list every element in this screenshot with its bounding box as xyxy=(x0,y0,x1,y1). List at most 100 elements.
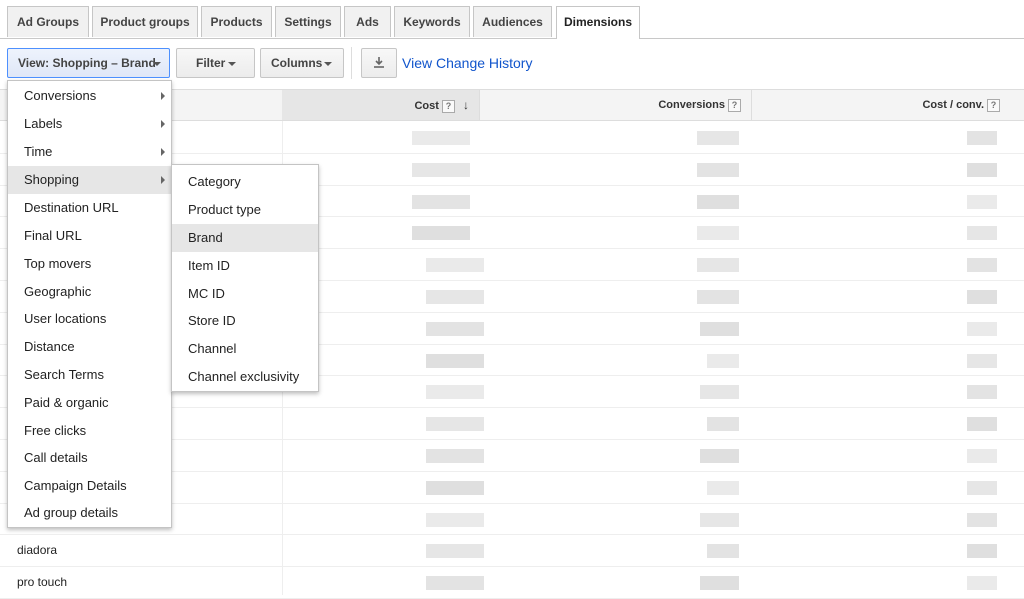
row-divider xyxy=(0,566,1024,567)
obscured-cell-value xyxy=(700,385,739,399)
submenu-item-store-id[interactable]: Store ID xyxy=(172,307,318,335)
menu-item-labels[interactable]: Labels xyxy=(8,110,171,138)
table-row-label[interactable]: pro touch xyxy=(17,575,67,589)
column-header-cost[interactable]: Cost? ↓ xyxy=(282,90,479,120)
columns-label: Columns xyxy=(271,56,323,70)
obscured-cell-value xyxy=(707,544,739,558)
menu-item-top-movers[interactable]: Top movers xyxy=(8,250,171,278)
tab-settings[interactable]: Settings xyxy=(275,6,341,37)
column-header-conversions[interactable]: Conversions? xyxy=(479,90,751,120)
menu-item-campaign-details[interactable]: Campaign Details xyxy=(8,472,171,500)
submenu-item-channel[interactable]: Channel xyxy=(172,335,318,363)
view-change-history-link[interactable]: View Change History xyxy=(402,55,532,71)
tab-ads[interactable]: Ads xyxy=(344,6,391,37)
chevron-down-icon xyxy=(228,62,236,66)
tab-bar: Ad Groups Product groups Products Settin… xyxy=(0,0,1024,39)
submenu-item-item-id[interactable]: Item ID xyxy=(172,252,318,280)
tab-dimensions[interactable]: Dimensions xyxy=(556,6,640,39)
obscured-cell-value xyxy=(426,417,484,431)
tab-product-groups[interactable]: Product groups xyxy=(92,6,198,37)
obscured-cell-value xyxy=(412,163,470,177)
obscured-cell-value xyxy=(967,481,997,495)
obscured-cell-value xyxy=(967,322,997,336)
menu-item-time[interactable]: Time xyxy=(8,138,171,166)
menu-item-shopping[interactable]: Shopping xyxy=(8,166,171,194)
shopping-submenu: Category Product type Brand Item ID MC I… xyxy=(171,164,319,392)
chevron-down-icon xyxy=(153,62,161,66)
obscured-cell-value xyxy=(412,195,470,209)
obscured-cell-value xyxy=(967,513,997,527)
submenu-item-channel-exclusivity[interactable]: Channel exclusivity xyxy=(172,363,318,391)
obscured-cell-value xyxy=(967,417,997,431)
obscured-cell-value xyxy=(426,322,484,336)
submenu-item-product-type[interactable]: Product type xyxy=(172,196,318,224)
obscured-cell-value xyxy=(426,290,484,304)
row-divider xyxy=(0,534,1024,535)
obscured-cell-value xyxy=(697,258,739,272)
help-icon[interactable]: ? xyxy=(441,99,455,113)
obscured-cell-value xyxy=(967,226,997,240)
menu-item-ad-group-details[interactable]: Ad group details xyxy=(8,499,171,527)
chevron-down-icon xyxy=(324,62,332,66)
menu-item-call-details[interactable]: Call details xyxy=(8,444,171,472)
obscured-cell-value xyxy=(426,385,484,399)
menu-item-paid-organic[interactable]: Paid & organic xyxy=(8,389,171,417)
column-header-label: Conversions xyxy=(658,99,725,111)
menu-item-free-clicks[interactable]: Free clicks xyxy=(8,417,171,445)
submenu-item-category[interactable]: Category xyxy=(172,168,318,196)
help-icon[interactable]: ? xyxy=(987,98,1000,112)
chevron-right-icon xyxy=(161,176,165,184)
menu-item-user-locations[interactable]: User locations xyxy=(8,305,171,333)
submenu-item-brand[interactable]: Brand xyxy=(172,224,318,252)
obscured-cell-value xyxy=(967,385,997,399)
obscured-cell-value xyxy=(967,576,997,590)
obscured-cell-value xyxy=(426,544,484,558)
menu-item-final-url[interactable]: Final URL xyxy=(8,222,171,250)
menu-item-destination-url[interactable]: Destination URL xyxy=(8,194,171,222)
tab-products[interactable]: Products xyxy=(201,6,272,37)
column-header-label: Cost / conv. xyxy=(922,99,984,111)
obscured-cell-value xyxy=(700,576,739,590)
toolbar-divider xyxy=(351,47,352,79)
obscured-cell-value xyxy=(707,417,739,431)
filter-label: Filter xyxy=(196,56,226,70)
obscured-cell-value xyxy=(426,354,484,368)
menu-item-search-terms[interactable]: Search Terms xyxy=(8,361,171,389)
obscured-cell-value xyxy=(967,131,997,145)
obscured-cell-value xyxy=(697,131,739,145)
tab-keywords[interactable]: Keywords xyxy=(394,6,470,37)
tab-ad-groups[interactable]: Ad Groups xyxy=(7,6,89,37)
view-menu: Conversions Labels Time Shopping Destina… xyxy=(7,80,172,528)
column-header-cost-per-conv[interactable]: Cost / conv.? xyxy=(751,90,1024,120)
obscured-cell-value xyxy=(697,226,739,240)
filter-button[interactable]: Filter xyxy=(176,48,255,78)
download-button[interactable] xyxy=(361,48,397,78)
view-dropdown-button[interactable]: View: Shopping – Brand xyxy=(7,48,170,78)
obscured-cell-value xyxy=(707,354,739,368)
obscured-cell-value xyxy=(967,163,997,177)
obscured-cell-value xyxy=(967,449,997,463)
download-icon xyxy=(374,57,384,68)
obscured-cell-value xyxy=(426,449,484,463)
help-icon[interactable]: ? xyxy=(728,98,741,112)
obscured-cell-value xyxy=(412,226,470,240)
obscured-cell-value xyxy=(426,576,484,590)
menu-item-distance[interactable]: Distance xyxy=(8,333,171,361)
submenu-item-mc-id[interactable]: MC ID xyxy=(172,280,318,308)
obscured-cell-value xyxy=(426,481,484,495)
menu-item-geographic[interactable]: Geographic xyxy=(8,278,171,306)
obscured-cell-value xyxy=(697,195,739,209)
obscured-cell-value xyxy=(707,481,739,495)
tab-audiences[interactable]: Audiences xyxy=(473,6,552,37)
obscured-cell-value xyxy=(700,322,739,336)
chevron-right-icon xyxy=(161,148,165,156)
table-row-label[interactable]: diadora xyxy=(17,543,57,557)
chevron-right-icon xyxy=(161,92,165,100)
columns-button[interactable]: Columns xyxy=(260,48,344,78)
chevron-right-icon xyxy=(161,120,165,128)
obscured-cell-value xyxy=(426,513,484,527)
menu-item-conversions[interactable]: Conversions xyxy=(8,82,171,110)
obscured-cell-value xyxy=(967,290,997,304)
obscured-cell-value xyxy=(412,131,470,145)
column-header-label: Cost xyxy=(414,100,439,112)
